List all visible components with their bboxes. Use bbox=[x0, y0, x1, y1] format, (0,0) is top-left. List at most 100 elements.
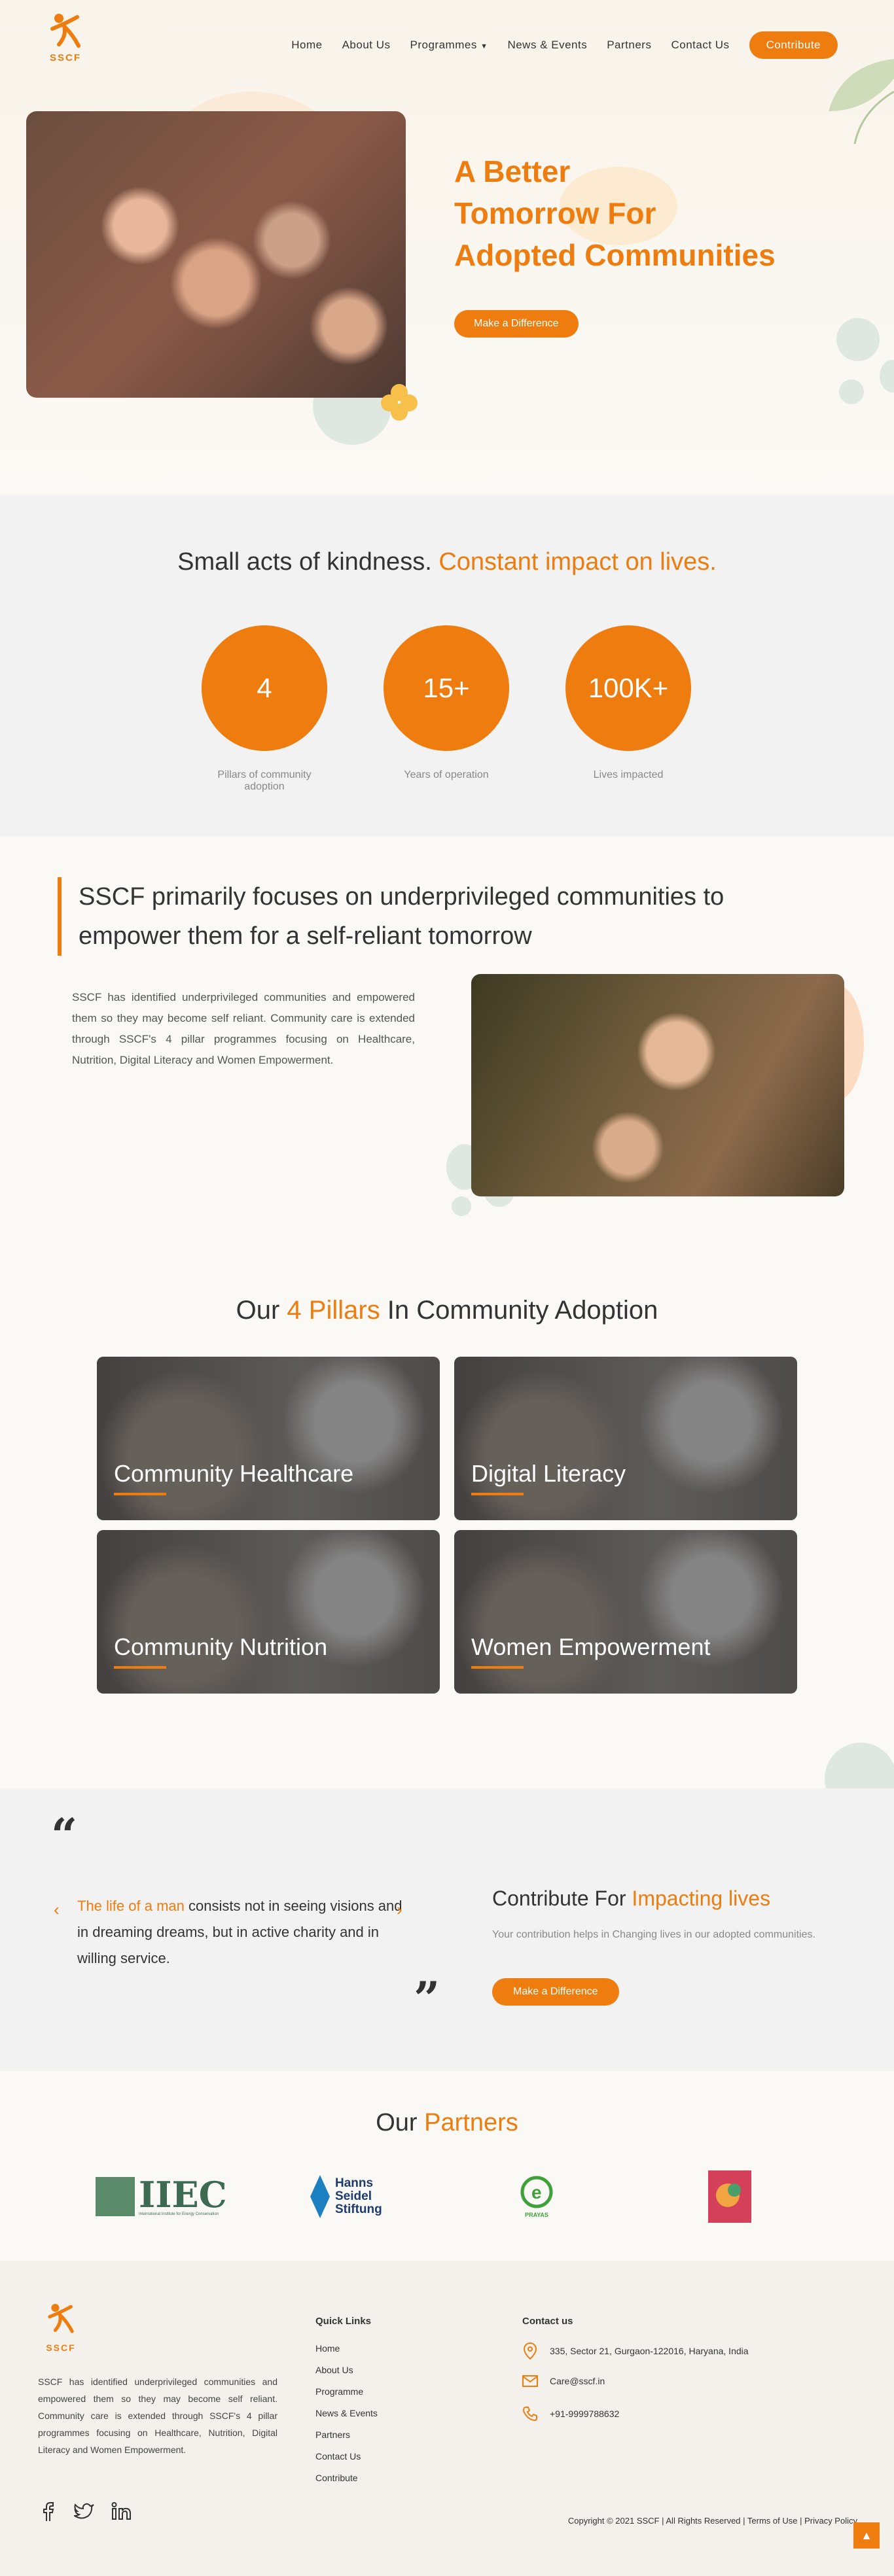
partner-logo-fourth[interactable] bbox=[708, 2170, 751, 2223]
close-quote-icon: ” bbox=[414, 1972, 440, 2026]
stat-lives: 100K+ Lives impacted bbox=[565, 625, 691, 781]
pillars-title: Our 4 Pillars In Community Adoption bbox=[0, 1296, 894, 1325]
footer-link-contribute[interactable]: Contribute bbox=[315, 2473, 378, 2494]
nav-partners[interactable]: Partners bbox=[607, 39, 651, 52]
footer-link-partners[interactable]: Partners bbox=[315, 2429, 378, 2451]
partners-section: Our Partners IIEC International Institut… bbox=[0, 2071, 894, 2261]
phone-icon bbox=[522, 2407, 537, 2422]
nav-contact-us[interactable]: Contact Us bbox=[671, 39, 729, 52]
stat-value: 4 bbox=[202, 625, 327, 751]
decor-dot bbox=[836, 318, 880, 361]
hero-children-image bbox=[26, 111, 406, 398]
contribute-text: Your contribution helps in Changing live… bbox=[492, 1929, 815, 1940]
svg-text:e: e bbox=[531, 2182, 542, 2202]
stat-label: Years of operation bbox=[404, 769, 489, 780]
stat-value: 100K+ bbox=[565, 625, 691, 751]
logo-figure-icon bbox=[48, 2304, 74, 2333]
partners-title-accent: Partners bbox=[424, 2109, 518, 2136]
partner-logo-iiec[interactable]: IIEC International Institute for Energy … bbox=[96, 2170, 227, 2223]
twitter-icon[interactable] bbox=[73, 2501, 96, 2521]
contribute-button[interactable]: Contribute bbox=[749, 31, 838, 59]
quote-text: The life of a man consists not in seeing… bbox=[77, 1893, 404, 1972]
contact-address: 335, Sector 21, Gurgaon-122016, Haryana,… bbox=[522, 2342, 749, 2360]
twitter-glyph bbox=[74, 2503, 94, 2519]
stat-label: Lives impacted bbox=[593, 769, 664, 780]
footer-logo-text: SSCF bbox=[46, 2342, 76, 2353]
prayas-emblem-icon: e bbox=[520, 2176, 553, 2208]
contribute-make-difference-button[interactable]: Make a Difference bbox=[492, 1978, 619, 2006]
partners-title: Our Partners bbox=[0, 2109, 894, 2137]
quote-accent: The life of a man bbox=[77, 1898, 185, 1914]
pillar-card-underline bbox=[471, 1493, 524, 1495]
logo-figure-icon bbox=[50, 14, 80, 48]
focus-text: SSCF has identified underprivileged comm… bbox=[72, 991, 415, 1066]
phone-text: +91-9999788632 bbox=[550, 2409, 620, 2419]
contribute-title-plain: Contribute For bbox=[492, 1887, 632, 1910]
footer-link-contact-us[interactable]: Contact Us bbox=[315, 2451, 378, 2473]
hero-title-line: A Better bbox=[454, 154, 571, 188]
iiec-wordmark: IIEC International Institute for Energy … bbox=[139, 2177, 227, 2216]
footer-logo[interactable]: SSCF bbox=[38, 2300, 84, 2359]
pillar-card-label: Community Nutrition bbox=[114, 1633, 328, 1660]
contact-title: Contact us bbox=[522, 2316, 573, 2327]
partners-title-plain: Our bbox=[376, 2109, 425, 2136]
quick-links: Home About Us Programme News & Events Pa… bbox=[315, 2343, 378, 2494]
pillar-card-healthcare[interactable]: Community Healthcare bbox=[97, 1357, 440, 1520]
pillar-card-digital-literacy[interactable]: Digital Literacy bbox=[454, 1357, 797, 1520]
stat-value: 15+ bbox=[384, 625, 509, 751]
iiec-sub-label: International Institute for Energy Conse… bbox=[139, 2212, 219, 2216]
decor-dot bbox=[839, 379, 864, 404]
linkedin-glyph bbox=[111, 2502, 131, 2520]
nav-programmes[interactable]: Programmes ▼ bbox=[410, 39, 488, 52]
nav-news-events[interactable]: News & Events bbox=[507, 39, 587, 52]
contribute-title: Contribute For Impacting lives bbox=[492, 1887, 770, 1911]
logo[interactable]: SSCF bbox=[39, 9, 92, 68]
stats-section: Small acts of kindness. Constant impact … bbox=[0, 495, 894, 837]
focus-quote: SSCF primarily focuses on underprivilege… bbox=[58, 877, 778, 956]
facebook-glyph bbox=[43, 2502, 54, 2521]
pillar-card-underline bbox=[114, 1493, 166, 1495]
pillar-card-nutrition[interactable]: Community Nutrition bbox=[97, 1530, 440, 1694]
prayas-label: PRAYAS bbox=[525, 2212, 548, 2218]
footer-link-programme[interactable]: Programme bbox=[315, 2386, 378, 2408]
scroll-to-top-button[interactable]: ▲ bbox=[853, 2522, 880, 2549]
partner-logo-hanns-seidel[interactable]: Hanns Seidel Stiftung bbox=[310, 2170, 382, 2223]
hss-line: Hanns bbox=[335, 2176, 374, 2190]
open-quote-icon: “ bbox=[51, 1808, 78, 1862]
stat-label: Pillars of community adoption bbox=[217, 769, 312, 792]
make-a-difference-button[interactable]: Make a Difference bbox=[454, 310, 579, 338]
partner-emblem-icon bbox=[708, 2170, 751, 2223]
quote-contribute-section: “ ‹ The life of a man consists not in se… bbox=[0, 1788, 894, 2071]
focus-section: SSCF primarily focuses on underprivilege… bbox=[0, 837, 894, 1281]
pillar-card-underline bbox=[471, 1666, 524, 1669]
pillars-title-b: In Community Adoption bbox=[380, 1296, 658, 1325]
hero-title-line: Adopted Communities bbox=[454, 238, 776, 272]
hss-wordmark: Hanns Seidel Stiftung bbox=[335, 2177, 382, 2216]
linkedin-icon[interactable] bbox=[111, 2501, 132, 2521]
next-arrow-icon[interactable]: › bbox=[397, 1900, 402, 1920]
main-nav: Home About Us Programmes ▼ News & Events… bbox=[291, 31, 838, 59]
pillar-card-women-empowerment[interactable]: Women Empowerment bbox=[454, 1530, 797, 1694]
facebook-icon[interactable] bbox=[38, 2501, 58, 2521]
pillars-title-accent: 4 Pillars bbox=[287, 1296, 380, 1325]
prev-arrow-icon[interactable]: ‹ bbox=[54, 1900, 60, 1920]
contact-phone[interactable]: +91-9999788632 bbox=[522, 2406, 619, 2422]
iiec-label: IIEC bbox=[139, 2174, 227, 2216]
footer-link-about-us[interactable]: About Us bbox=[315, 2365, 378, 2386]
stat-pillars: 4 Pillars of community adoption bbox=[202, 625, 327, 793]
nav-about-us[interactable]: About Us bbox=[342, 39, 391, 52]
contact-email[interactable]: Care@sscf.in bbox=[522, 2375, 605, 2388]
hss-emblem-icon bbox=[310, 2175, 330, 2218]
pillar-card-label: Community Healthcare bbox=[114, 1460, 354, 1487]
iiec-emblem-icon bbox=[96, 2177, 135, 2216]
pillar-card-label: Digital Literacy bbox=[471, 1460, 626, 1487]
stats-title-accent: Constant impact on lives. bbox=[438, 548, 717, 576]
footer-link-news-events[interactable]: News & Events bbox=[315, 2408, 378, 2429]
footer-description: SSCF has identified underprivileged comm… bbox=[38, 2376, 277, 2455]
nav-home[interactable]: Home bbox=[291, 39, 322, 52]
focus-children-image bbox=[471, 974, 844, 1196]
footer-link-home[interactable]: Home bbox=[315, 2343, 378, 2365]
partner-logo-prayas[interactable]: e PRAYAS bbox=[517, 2170, 556, 2223]
decor-dot bbox=[452, 1196, 471, 1216]
hss-line: Seidel bbox=[335, 2189, 372, 2203]
